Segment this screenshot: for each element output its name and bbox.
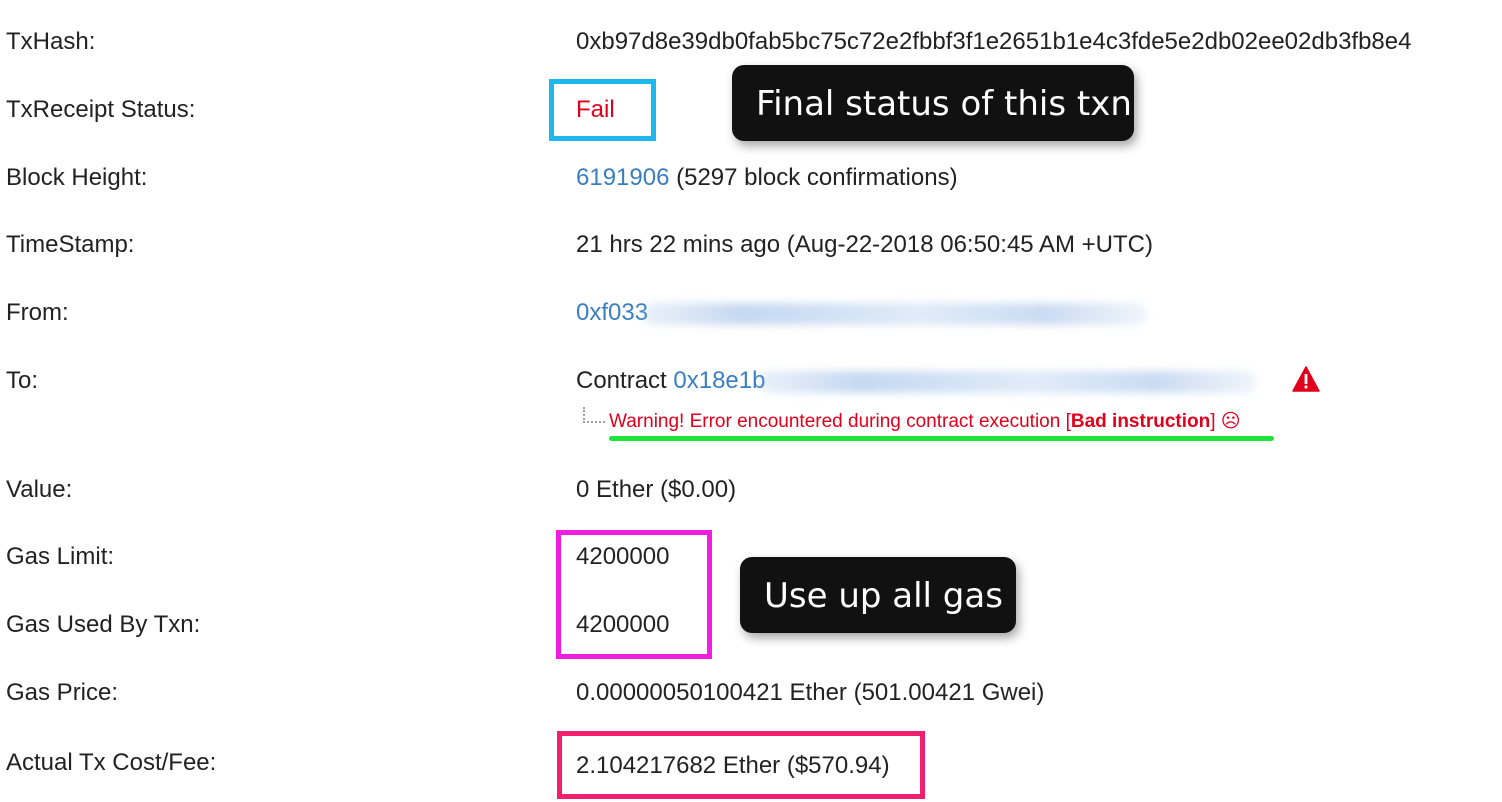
status-tooltip: Final status of this txn	[732, 65, 1134, 141]
value-amount: 0 Ether ($0.00)	[576, 476, 737, 503]
gas-used-label: Gas Used By Txn:	[6, 611, 201, 638]
fee-label: Actual Tx Cost/Fee:	[6, 749, 217, 776]
gas-highlight-box	[556, 530, 712, 659]
warning-underline	[609, 436, 1274, 441]
timestamp-label: TimeStamp:	[6, 231, 135, 258]
gas-price-label: Gas Price:	[6, 679, 119, 706]
txhash-value: 0xb97d8e39db0fab5bc75c72e2fbbf3f1e2651b1…	[576, 28, 1412, 55]
from-address-link[interactable]: 0xf033	[576, 299, 648, 326]
from-address-redacted	[642, 302, 1148, 325]
tree-connector	[583, 407, 605, 423]
to-address-link[interactable]: 0x18e1b	[673, 367, 765, 394]
from-label: From:	[6, 299, 69, 326]
to-value: Contract 0x18e1b	[576, 366, 1258, 396]
to-address-redacted	[759, 370, 1258, 393]
warning-triangle-icon	[1292, 366, 1320, 392]
block-confirmations: (5297 block confirmations)	[676, 164, 958, 191]
block-number-link[interactable]: 6191906	[576, 164, 669, 191]
to-contract-prefix: Contract	[576, 367, 667, 394]
txhash-label: TxHash:	[6, 28, 96, 55]
from-value: 0xf033	[576, 298, 1148, 328]
block-height-label: Block Height:	[6, 164, 148, 191]
warning-text-suffix: ] ☹	[1210, 411, 1241, 432]
status-label: TxReceipt Status:	[6, 96, 196, 123]
to-label: To:	[6, 367, 39, 394]
warning-text-prefix: Warning! Error encountered during contra…	[609, 411, 1071, 432]
gas-tooltip: Use up all gas	[740, 557, 1016, 633]
block-height-value: 6191906 (5297 block confirmations)	[576, 163, 958, 193]
warning-message: Warning! Error encountered during contra…	[609, 409, 1241, 435]
gas-price-value: 0.00000050100421 Ether (501.00421 Gwei)	[576, 679, 1045, 706]
timestamp-value: 21 hrs 22 mins ago (Aug-22-2018 06:50:45…	[576, 231, 1153, 258]
gas-limit-label: Gas Limit:	[6, 543, 115, 570]
warning-bad-instruction: Bad instruction	[1070, 411, 1211, 432]
value-label: Value:	[6, 476, 73, 503]
fee-highlight-box	[557, 731, 925, 799]
status-highlight-box	[549, 79, 656, 141]
